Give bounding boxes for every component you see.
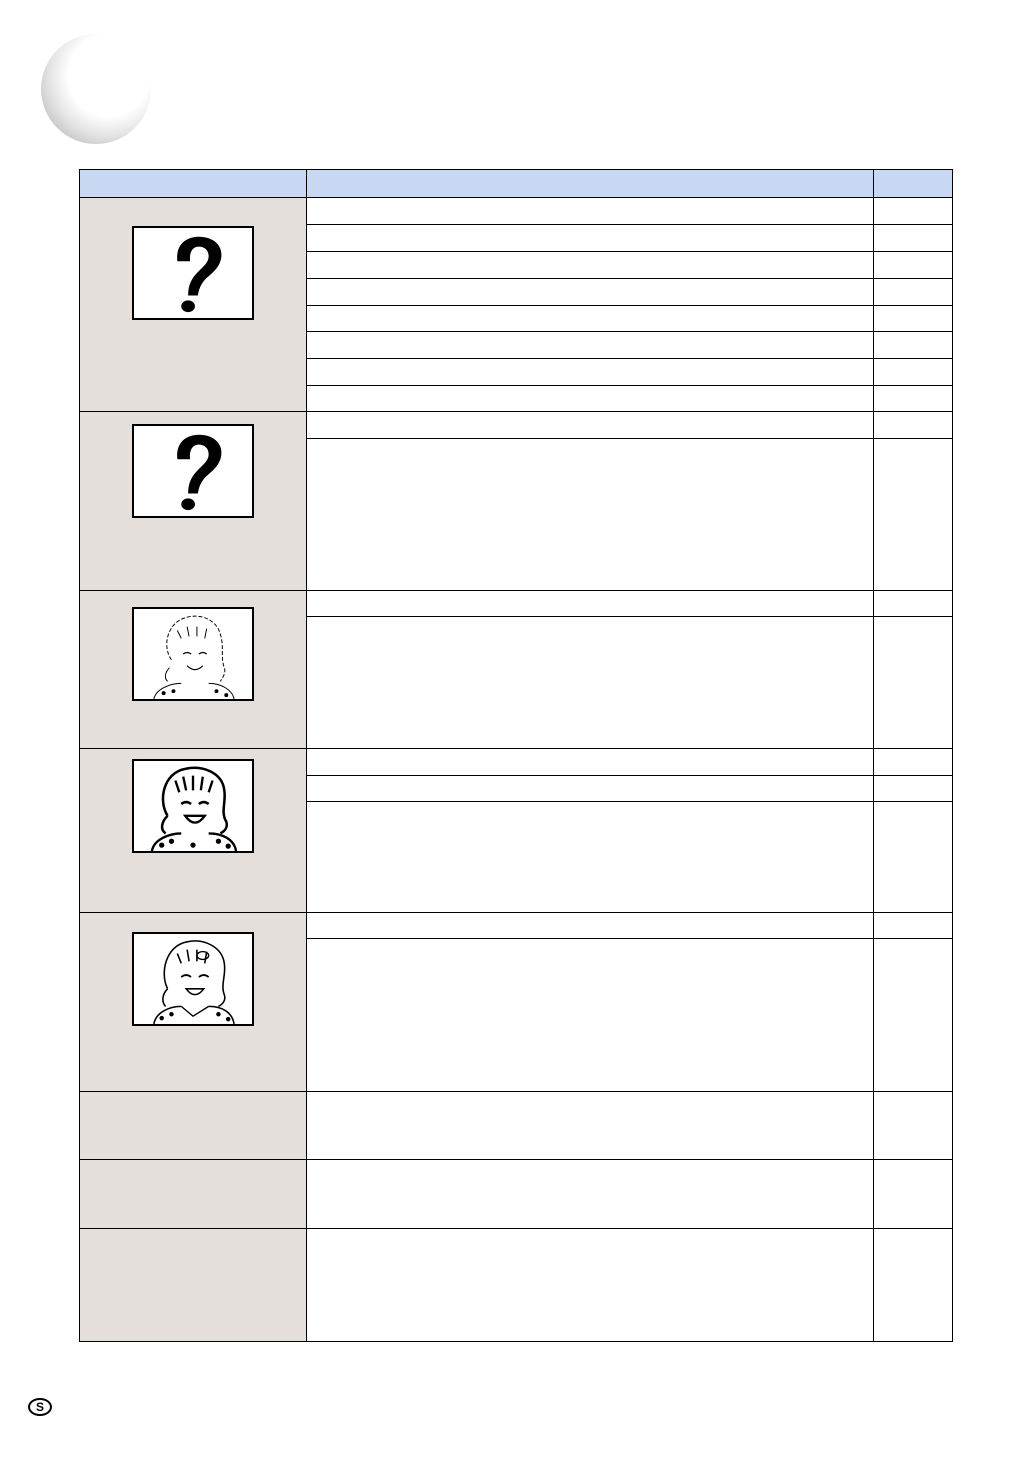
problem-cell — [79, 411, 307, 591]
problem-cell — [79, 748, 307, 913]
problem-cell — [79, 1159, 307, 1229]
page-cell — [873, 278, 953, 306]
check-cell — [306, 197, 874, 225]
question-mark-figure — [132, 424, 254, 518]
check-cell — [306, 251, 874, 279]
page-cell — [873, 411, 953, 439]
page-cell — [873, 616, 953, 749]
problem-cell — [79, 1228, 307, 1342]
check-cell — [306, 590, 874, 617]
table-row — [79, 1159, 953, 1229]
troubleshooting-table — [79, 169, 953, 1342]
page-cell — [873, 801, 953, 913]
page-cell — [873, 385, 953, 412]
problem-cell — [79, 912, 307, 1092]
page-cell — [873, 1228, 953, 1342]
girl-illustration-icon — [150, 766, 238, 851]
table-row — [79, 197, 953, 412]
table-row — [79, 912, 953, 1092]
page-cell — [873, 197, 953, 225]
check-cell — [306, 1228, 874, 1342]
page-cell — [873, 748, 953, 776]
check-cell — [306, 912, 874, 939]
check-cell — [306, 938, 874, 1092]
check-cell — [306, 385, 874, 412]
check-cell — [306, 1091, 874, 1160]
page-cell — [873, 305, 953, 332]
girl-normal-figure — [132, 932, 254, 1026]
table-row — [79, 411, 953, 591]
problem-cell — [79, 1091, 307, 1160]
table-row — [79, 1228, 953, 1342]
page-cell — [873, 938, 953, 1092]
check-cell — [306, 438, 874, 591]
check-cell — [306, 358, 874, 386]
header-page — [873, 169, 953, 198]
question-mark-icon — [177, 236, 222, 313]
page-cell — [873, 331, 953, 359]
check-cell — [306, 775, 874, 802]
page-cell — [873, 590, 953, 617]
page-cell — [873, 224, 953, 252]
girl-faint-figure — [132, 607, 254, 701]
corner-decoration — [41, 34, 151, 144]
girl-illustration-icon — [153, 940, 235, 1024]
page-cell — [873, 775, 953, 802]
check-cell — [306, 278, 874, 306]
check-cell — [306, 748, 874, 776]
problem-cell — [79, 197, 307, 412]
question-mark-figure — [132, 226, 254, 320]
page-cell — [873, 251, 953, 279]
table-row — [79, 1091, 953, 1160]
check-cell — [306, 1159, 874, 1229]
language-badge-letter: S — [35, 1400, 44, 1414]
page-cell — [873, 912, 953, 939]
language-badge: S — [28, 1398, 52, 1416]
check-cell — [306, 305, 874, 332]
table-row — [79, 748, 953, 913]
table-header-row — [79, 169, 953, 198]
page-cell — [873, 358, 953, 386]
header-check — [306, 169, 874, 198]
girl-bold-figure — [132, 759, 254, 853]
check-cell — [306, 224, 874, 252]
header-problem — [79, 169, 307, 198]
check-cell — [306, 801, 874, 913]
page-cell — [873, 1091, 953, 1160]
girl-illustration-icon — [153, 615, 235, 699]
page-cell — [873, 1159, 953, 1229]
check-cell — [306, 411, 874, 439]
check-cell — [306, 616, 874, 749]
check-cell — [306, 331, 874, 359]
table-row — [79, 590, 953, 749]
page-cell — [873, 438, 953, 591]
problem-cell — [79, 590, 307, 749]
question-mark-icon — [177, 434, 222, 511]
